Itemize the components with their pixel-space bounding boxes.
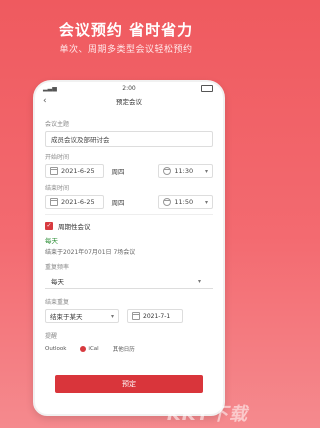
calendar-icon xyxy=(132,312,140,320)
notify-options: Outlook iCal 其他日历 xyxy=(45,345,213,353)
recurring-toggle-row[interactable]: ✓ 周期性会议 xyxy=(45,221,213,231)
chevron-down-icon: ▾ xyxy=(110,312,114,320)
submit-button[interactable]: 预定 xyxy=(55,375,203,393)
start-time-row: 2021-6-25 周四 11:30 ▾ xyxy=(45,164,213,178)
clock-icon xyxy=(163,167,172,175)
chevron-down-icon: ▾ xyxy=(204,167,208,175)
start-time-field[interactable]: 11:30 ▾ xyxy=(158,164,213,178)
frequency-value: 每天 xyxy=(51,278,64,286)
topic-label: 会议主题 xyxy=(45,121,70,128)
topic-input[interactable]: 成员会议及部研讨会 xyxy=(45,131,213,147)
end-weekday: 周四 xyxy=(111,199,125,207)
end-time-label: 结束时间 xyxy=(45,185,70,192)
notify-outlook-label: Outlook xyxy=(45,346,67,352)
end-date-value: 2021-6-25 xyxy=(61,198,95,206)
start-time-label: 开始时间 xyxy=(45,154,70,161)
start-weekday: 周四 xyxy=(111,168,125,176)
meeting-form: 会议主题 成员会议及部研讨会 开始时间 2021-6-25 周四 11:30 ▾… xyxy=(35,108,223,353)
end-date-field[interactable]: 2021-6-25 xyxy=(45,195,104,209)
chevron-down-icon: ▾ xyxy=(197,277,201,285)
notify-ical-label: iCal xyxy=(88,346,99,352)
battery-icon xyxy=(201,84,213,92)
notify-label: 提醒 xyxy=(45,333,58,340)
calendar-icon xyxy=(50,167,58,175)
chevron-down-icon: ▾ xyxy=(204,198,208,206)
clock-icon xyxy=(163,198,172,206)
recurring-checkbox[interactable]: ✓ xyxy=(45,222,53,230)
start-time-value: 11:30 xyxy=(174,167,194,175)
repeat-summary-title: 每天 xyxy=(45,237,58,245)
divider xyxy=(45,214,213,215)
calendar-icon xyxy=(50,198,58,206)
signal-icon: ▂▃▅ xyxy=(43,84,57,92)
notify-option-ical[interactable]: iCal xyxy=(80,346,99,352)
start-date-value: 2021-6-25 xyxy=(61,167,95,175)
end-time-field[interactable]: 11:50 ▾ xyxy=(158,195,213,209)
page-title: 预定会议 xyxy=(116,98,142,106)
promo-headline: 会议预约 省时省力 xyxy=(58,21,194,39)
end-repeat-date-value: 2021-7-1 xyxy=(143,312,171,320)
repeat-summary-desc: 结束于2021年07月01日 7场会议 xyxy=(45,249,136,256)
promo-subline: 单次、周期多类型会议轻松预约 xyxy=(59,45,193,55)
selected-radio-icon xyxy=(80,346,87,352)
back-chevron-icon[interactable]: ‹ xyxy=(43,96,47,106)
end-repeat-label: 结束重复 xyxy=(45,299,70,306)
frequency-label: 重复频率 xyxy=(45,264,70,271)
notify-other-label: 其他日历 xyxy=(112,347,135,353)
end-repeat-date-field[interactable]: 2021-7-1 xyxy=(127,309,183,323)
status-bar: ▂▃▅ 2:00 xyxy=(35,82,223,94)
end-repeat-select[interactable]: 结束于某天 ▾ xyxy=(45,309,119,323)
end-time-row: 2021-6-25 周四 11:50 ▾ xyxy=(45,195,213,209)
notify-option-outlook[interactable]: Outlook xyxy=(45,346,66,352)
phone-frame: ▂▃▅ 2:00 ‹ 预定会议 会议主题 成员会议及部研讨会 开始时间 2021… xyxy=(33,80,225,416)
start-date-field[interactable]: 2021-6-25 xyxy=(45,164,104,178)
end-repeat-value: 结束于某天 xyxy=(50,313,83,321)
watermark: KKT下载 xyxy=(166,404,248,425)
frequency-select[interactable]: 每天 ▾ xyxy=(45,274,213,289)
end-repeat-row: 结束于某天 ▾ 2021-7-1 xyxy=(45,309,213,323)
status-time: 2:00 xyxy=(122,84,136,92)
recurring-label: 周期性会议 xyxy=(58,223,91,231)
nav-bar: ‹ 预定会议 xyxy=(35,94,223,108)
end-time-value: 11:50 xyxy=(174,198,194,206)
notify-option-other[interactable]: 其他日历 xyxy=(113,345,135,353)
topic-value: 成员会议及部研讨会 xyxy=(51,136,110,144)
